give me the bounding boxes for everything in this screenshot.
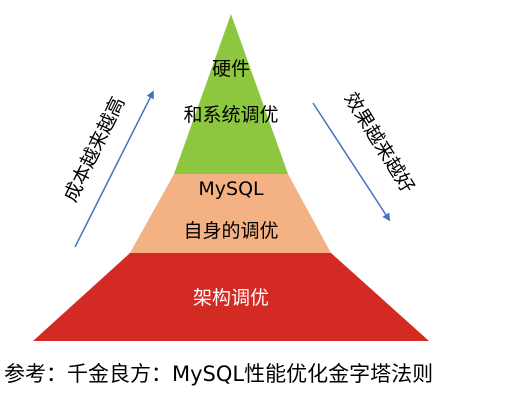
left-arrow-label: 成本越来越高 [60,93,130,205]
tier-middle-line-1: MySQL [198,178,264,200]
tier-top-line-2: 和系统调优 [183,104,278,126]
tier-top-line-1: 硬件 [212,58,250,80]
tier-middle-line-2: 自身的调优 [183,220,278,242]
tier-bottom-line-1: 架构调优 [193,287,269,309]
right-arrow-label: 效果越来越好 [340,89,419,197]
pyramid-tier-top [174,14,288,174]
reference-caption: 参考：千金良方：MySQL性能优化金字塔法则 [4,362,434,386]
